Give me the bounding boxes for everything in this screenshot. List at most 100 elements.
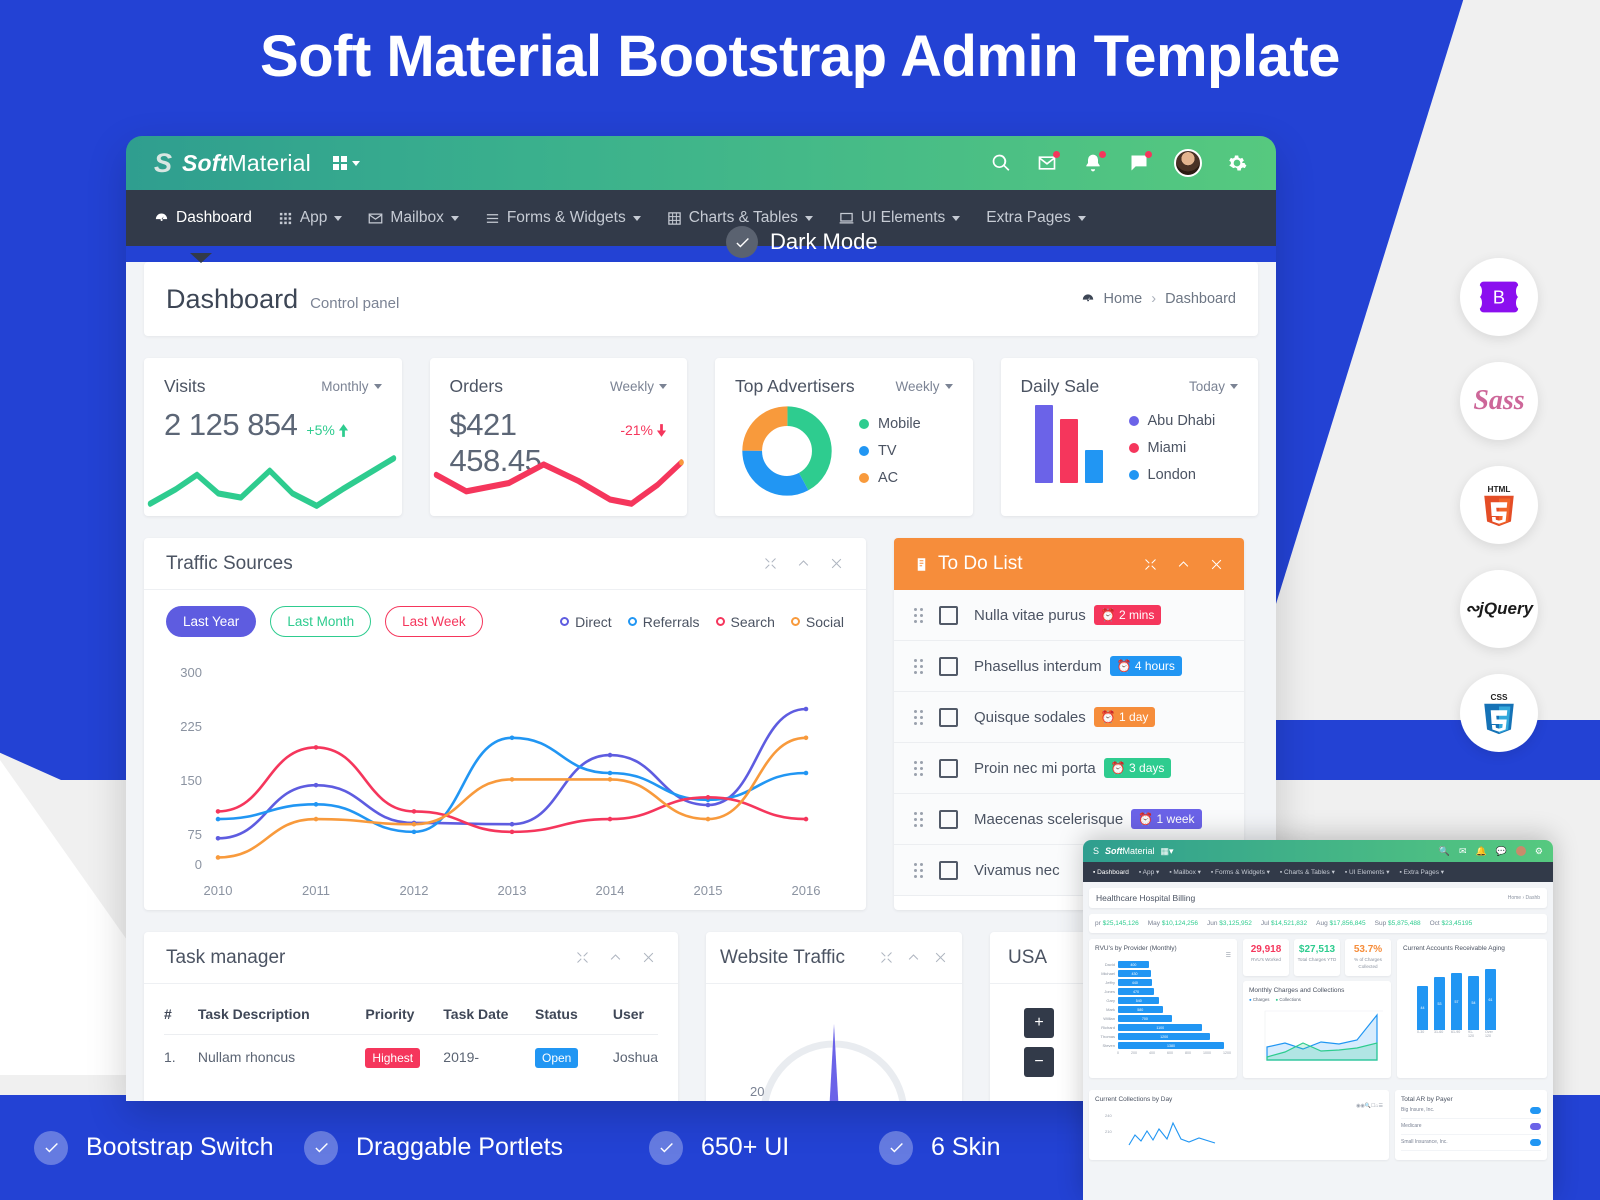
- todo-item[interactable]: Quisque sodales⏰ 1 day: [894, 692, 1244, 743]
- daily-sale-bar-chart: [1035, 405, 1103, 483]
- collapse-icon[interactable]: [796, 556, 811, 571]
- nav-item-dashboard[interactable]: Dashboard: [154, 209, 252, 227]
- todo-checkbox[interactable]: [939, 657, 958, 676]
- inset-nav-item[interactable]: ▪ UI Elements ▾: [1345, 868, 1390, 876]
- drag-handle-icon[interactable]: [914, 608, 923, 623]
- nav-item-app[interactable]: App: [278, 209, 343, 227]
- todo-checkbox[interactable]: [939, 810, 958, 829]
- inset-mail-icon[interactable]: ✉: [1459, 846, 1467, 857]
- traffic-gauge-chart: 20: [706, 984, 962, 1101]
- drag-handle-icon[interactable]: [914, 710, 923, 725]
- jquery-logo-icon: ∾jQuery: [1460, 570, 1538, 648]
- main-navigation: Dashboard App Mailbox Forms & Widgets Ch…: [126, 190, 1276, 246]
- page-title: Dashboard: [166, 284, 298, 315]
- nav-item-mailbox[interactable]: Mailbox: [368, 209, 458, 227]
- todo-checkbox[interactable]: [939, 861, 958, 880]
- inset-nav-item[interactable]: ▪ App ▾: [1139, 868, 1159, 876]
- task-manager-portlet: Task manager # Task Description Priority: [144, 932, 678, 1101]
- css3-logo-icon: CSS: [1460, 674, 1538, 752]
- breadcrumb-current: Dashboard: [1165, 291, 1236, 307]
- task-table: # Task Description Priority Task Date St…: [164, 992, 658, 1065]
- move-icon[interactable]: [1143, 557, 1158, 572]
- todo-checkbox[interactable]: [939, 759, 958, 778]
- inset-brand-light: Material: [1123, 846, 1155, 856]
- chip-last-week[interactable]: Last Week: [385, 606, 483, 637]
- inset-rvu-bars: David400Michael430Jeffry440Jones470Gary5…: [1095, 961, 1231, 1049]
- period-dropdown-daily-sale[interactable]: Today: [1189, 379, 1238, 394]
- close-icon[interactable]: [933, 950, 948, 965]
- chat-icon[interactable]: [1128, 152, 1150, 174]
- close-icon[interactable]: [1209, 557, 1224, 572]
- dark-mode-label: Dark Mode: [770, 229, 878, 255]
- drag-handle-icon[interactable]: [914, 863, 923, 878]
- inset-search-icon[interactable]: 🔍: [1439, 846, 1450, 857]
- drag-handle-icon[interactable]: [914, 761, 923, 776]
- check-icon: [34, 1131, 68, 1165]
- inset-brand-icon: S: [1093, 846, 1099, 856]
- period-dropdown-visits[interactable]: Monthly: [321, 379, 381, 394]
- inset-menu-icon[interactable]: ☰: [1095, 952, 1231, 959]
- inset-nav-item[interactable]: ▪ Extra Pages ▾: [1399, 868, 1444, 876]
- todo-item[interactable]: Proin nec mi porta⏰ 3 days: [894, 743, 1244, 794]
- features-bar: Bootstrap Switch Draggable Portlets 650+…: [0, 1095, 1600, 1200]
- move-icon[interactable]: [575, 950, 590, 965]
- chip-last-month[interactable]: Last Month: [270, 606, 371, 637]
- inset-nav-item[interactable]: ▪ Charts & Tables ▾: [1280, 868, 1335, 876]
- feature-bootstrap-switch: Bootstrap Switch: [34, 1131, 304, 1165]
- map-zoom-out-button[interactable]: −: [1024, 1047, 1054, 1077]
- drag-handle-icon[interactable]: [914, 812, 923, 827]
- grid-dropdown-icon[interactable]: [333, 156, 360, 170]
- svg-text:2014: 2014: [596, 883, 625, 898]
- period-dropdown-orders[interactable]: Weekly: [610, 379, 667, 394]
- collapse-icon[interactable]: [608, 950, 623, 965]
- collapse-icon[interactable]: [906, 950, 921, 965]
- collapse-icon[interactable]: [1176, 557, 1191, 572]
- col-status: Status: [535, 992, 613, 1035]
- nav-item-charts-tables[interactable]: Charts & Tables: [667, 209, 813, 227]
- inset-monthly-totals: pr $25,145,126May $10,124,256Jun $3,125,…: [1089, 914, 1547, 933]
- todo-label: Vivamus nec: [974, 862, 1060, 879]
- inset-chat-icon[interactable]: 💬: [1496, 846, 1507, 857]
- breadcrumb-home[interactable]: Home: [1104, 291, 1143, 307]
- nav-item-extra-pages[interactable]: Extra Pages: [986, 209, 1085, 227]
- todo-checkbox[interactable]: [939, 708, 958, 727]
- nav-item-ui-elements[interactable]: UI Elements: [839, 209, 960, 227]
- period-dropdown-advertisers[interactable]: Weekly: [895, 379, 952, 394]
- traffic-sources-portlet: Traffic Sources Last Year Last Month Las…: [144, 538, 866, 910]
- brand[interactable]: S SoftMaterial: [154, 150, 311, 177]
- search-icon[interactable]: [990, 152, 1012, 174]
- inset-bar-row: Jones470: [1095, 988, 1231, 995]
- inset-kpi: $27,513Total Charges YTD: [1294, 939, 1340, 976]
- portlet-title-text: To Do List: [938, 553, 1022, 575]
- move-icon[interactable]: [879, 950, 894, 965]
- inset-bell-icon[interactable]: 🔔: [1475, 846, 1486, 857]
- close-icon[interactable]: [829, 556, 844, 571]
- svg-text:2016: 2016: [792, 883, 821, 898]
- chip-last-year[interactable]: Last Year: [166, 606, 256, 637]
- bell-icon[interactable]: [1082, 152, 1104, 174]
- drag-handle-icon[interactable]: [914, 659, 923, 674]
- todo-item[interactable]: Maecenas scelerisque⏰ 1 week: [894, 794, 1244, 845]
- inset-nav-item[interactable]: ▪ Mailbox ▾: [1169, 868, 1201, 876]
- close-icon[interactable]: [641, 950, 656, 965]
- todo-item[interactable]: Nulla vitae purus⏰ 2 mins: [894, 590, 1244, 641]
- inset-nav-item[interactable]: ▪ Dashboard: [1093, 869, 1129, 876]
- move-icon[interactable]: [763, 556, 778, 571]
- feature-label: 650+ UI: [701, 1133, 789, 1162]
- col-user: User: [613, 992, 658, 1035]
- inset-avatar[interactable]: [1516, 846, 1526, 856]
- todo-checkbox[interactable]: [939, 606, 958, 625]
- avatar[interactable]: [1174, 149, 1202, 177]
- gear-icon[interactable]: [1226, 152, 1248, 174]
- breadcrumb: Home › Dashboard: [1081, 291, 1236, 307]
- dark-mode-toggle[interactable]: Dark Mode: [726, 226, 878, 258]
- todo-item[interactable]: Phasellus interdum⏰ 4 hours: [894, 641, 1244, 692]
- mail-icon[interactable]: [1036, 152, 1058, 174]
- inset-nav-item[interactable]: ▪ Forms & Widgets ▾: [1211, 868, 1270, 876]
- inset-gear-icon[interactable]: ⚙: [1535, 846, 1543, 857]
- map-zoom-in-button[interactable]: +: [1024, 1008, 1054, 1038]
- svg-text:0: 0: [195, 857, 202, 872]
- arrow-up-icon: [338, 424, 349, 437]
- nav-item-forms-widgets[interactable]: Forms & Widgets: [485, 209, 641, 227]
- arrow-down-icon: [656, 424, 667, 437]
